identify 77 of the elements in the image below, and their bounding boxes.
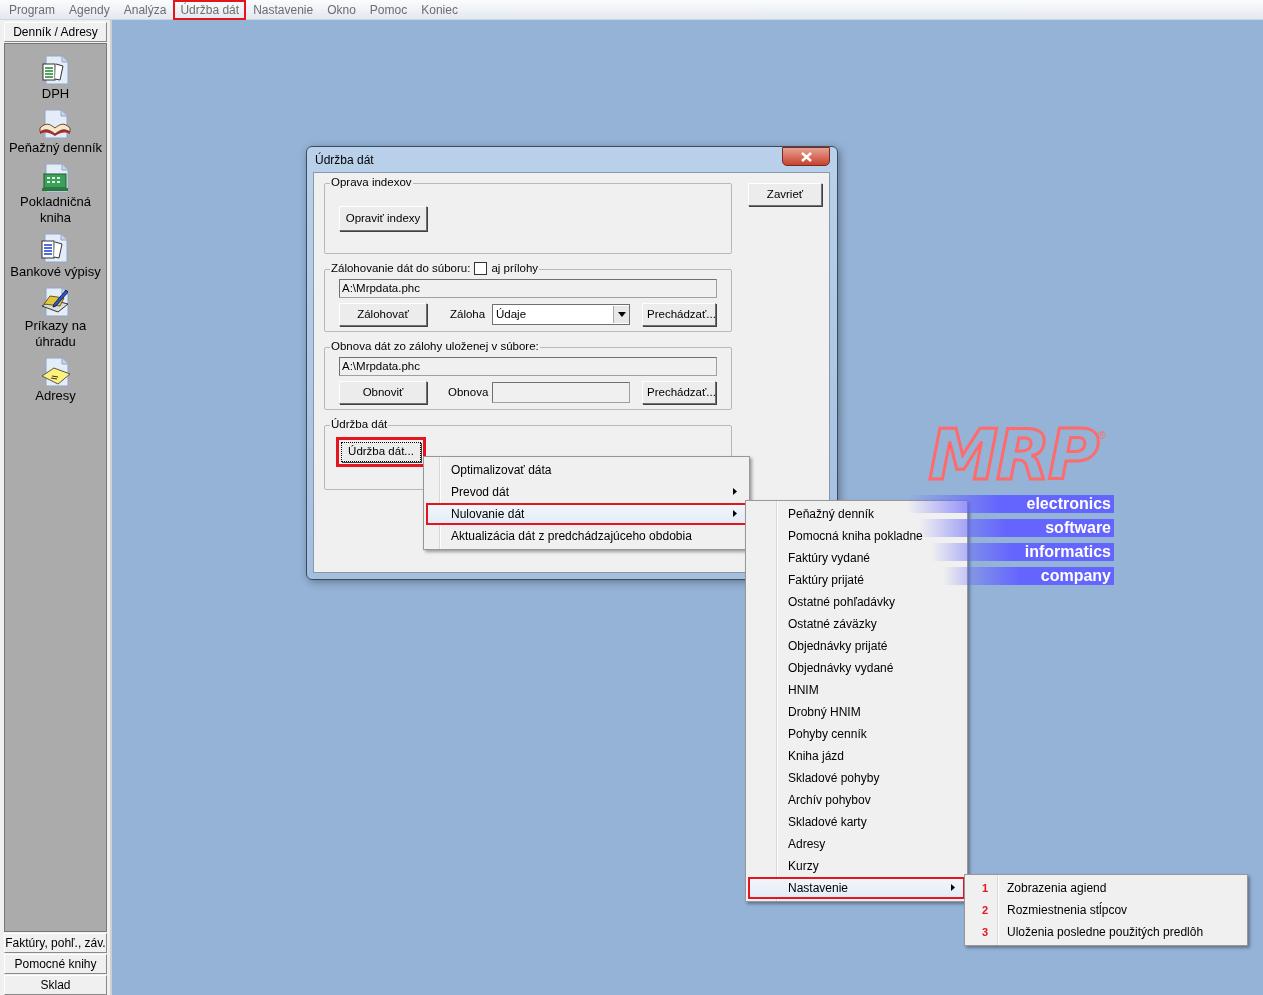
menu-item[interactable]: Nastavenie [246, 0, 321, 20]
field-label: Záloha [450, 306, 487, 322]
restore-button[interactable]: Obnoviť [339, 381, 427, 404]
menu-item[interactable]: Koniec [414, 0, 465, 20]
menu-item[interactable]: HNIM [748, 679, 965, 701]
menu-item[interactable]: Kurzy [748, 855, 965, 877]
group-title: Obnova dát zo zálohy uloženej v súbore: [330, 339, 540, 353]
annotation-number: 3 [980, 924, 990, 940]
menu-item[interactable]: Ostatné záväzky [748, 613, 965, 635]
sidebar-item[interactable]: Bankové výpisy [10, 232, 101, 280]
menu-item[interactable]: Agendy [62, 0, 117, 20]
sidebar-tab[interactable]: Pomocné knihy [4, 954, 107, 974]
submenu-arrow-icon [951, 883, 955, 891]
menu-item[interactable]: Údržba dát [173, 0, 247, 20]
sidebar-tab[interactable]: Denník / Adresy [4, 22, 107, 42]
sidebar-item[interactable]: Adresy [35, 356, 76, 404]
window-title: Údržba dát [314, 151, 374, 169]
logo-wordmark: MRP [928, 425, 1098, 485]
menu-item[interactable]: Skladové pohyby [748, 767, 965, 789]
fix-indexes-button[interactable]: Opraviť indexy [339, 206, 427, 231]
close-icon [800, 151, 812, 162]
pen-folder-icon [39, 286, 72, 318]
cash-register-icon [39, 162, 72, 194]
restore-field[interactable] [492, 382, 630, 403]
menu-item[interactable]: Okno [320, 0, 363, 20]
book-icon [39, 108, 72, 140]
menu-item[interactable]: Objednávky prijaté [748, 635, 965, 657]
submenu-arrow-icon [733, 487, 737, 495]
submenu-arrow-icon [733, 509, 737, 517]
sidebar-item[interactable]: Peňažný denník [8, 108, 103, 156]
menu-item[interactable]: Pohyby cenník [748, 723, 965, 745]
sidebar-item[interactable]: Pokladničná kniha [5, 162, 106, 226]
menu-item[interactable]: Nastavenie [748, 877, 965, 899]
sidebar-tab[interactable]: Sklad [4, 975, 107, 995]
close-dialog-button[interactable]: Zavrieť [748, 183, 822, 206]
sidebar-tab[interactable]: Faktúry, pohľ., záv. [4, 933, 107, 953]
menu-item[interactable]: 1 Zobrazenia agiend [967, 877, 1245, 899]
menu-item[interactable]: Ostatné pohľadávky [748, 591, 965, 613]
annotation-number: 2 [980, 902, 990, 918]
menu-item[interactable]: Nulovanie dát [426, 503, 747, 525]
logo-tagline: informatics [931, 543, 1114, 561]
checkbox[interactable] [474, 261, 488, 275]
group-title: Zálohovanie dát do súboru: [331, 261, 471, 275]
sheets-icon [39, 54, 72, 86]
menu-item[interactable]: Aktualizácia dát z predchádzajúceho obdobia [426, 525, 747, 547]
envelope-icon [39, 356, 72, 388]
menu-item[interactable]: Analýza [116, 0, 174, 20]
menu-item[interactable]: Kniha jázd [748, 745, 965, 767]
menu-item[interactable]: 2 Rozmiestnenia stĺpcov [967, 899, 1245, 921]
menu-item[interactable]: Optimalizovať dáta [426, 459, 747, 481]
menu-item[interactable]: Prevod dát [426, 481, 747, 503]
maintenance-button[interactable]: Údržba dát... [341, 442, 421, 462]
backup-dropdown[interactable]: Údaje [492, 304, 630, 325]
path-field[interactable]: A:\Mrpdata.phc [339, 357, 717, 376]
menu-item[interactable]: Program [2, 0, 62, 20]
browse-button[interactable]: Prechádzať... [642, 303, 716, 326]
annotation-number: 1 [980, 880, 990, 896]
menu-item[interactable]: 3 Uloženia posledne použitých predlôh [967, 921, 1245, 943]
menu-item[interactable]: Archív pohybov [748, 789, 965, 811]
menu-item[interactable]: Objednávky vydané [748, 657, 965, 679]
sidebar-item[interactable]: Príkazy na úhradu [5, 286, 106, 350]
group-title: Údržba dát [330, 417, 389, 431]
checkbox-label: aj prílohy [491, 261, 539, 275]
logo-tagline: company [943, 567, 1114, 585]
sidebar-item[interactable]: DPH [39, 54, 72, 102]
menu-item[interactable]: Adresy [748, 833, 965, 855]
close-button[interactable] [782, 147, 830, 166]
browse-button[interactable]: Prechádzať... [642, 381, 716, 404]
group-title: Oprava indexov [330, 175, 413, 189]
menu-item[interactable]: Skladové karty [748, 811, 965, 833]
backup-button[interactable]: Zálohovať [339, 303, 427, 326]
menu-item[interactable]: Drobný HNIM [748, 701, 965, 723]
logo-tagline: electronics [907, 495, 1114, 513]
field-label: Obnova [448, 384, 490, 400]
dropdown-arrow-icon [617, 312, 626, 317]
path-field[interactable]: A:\Mrpdata.phc [339, 279, 717, 298]
menu-item[interactable]: Pomoc [362, 0, 415, 20]
